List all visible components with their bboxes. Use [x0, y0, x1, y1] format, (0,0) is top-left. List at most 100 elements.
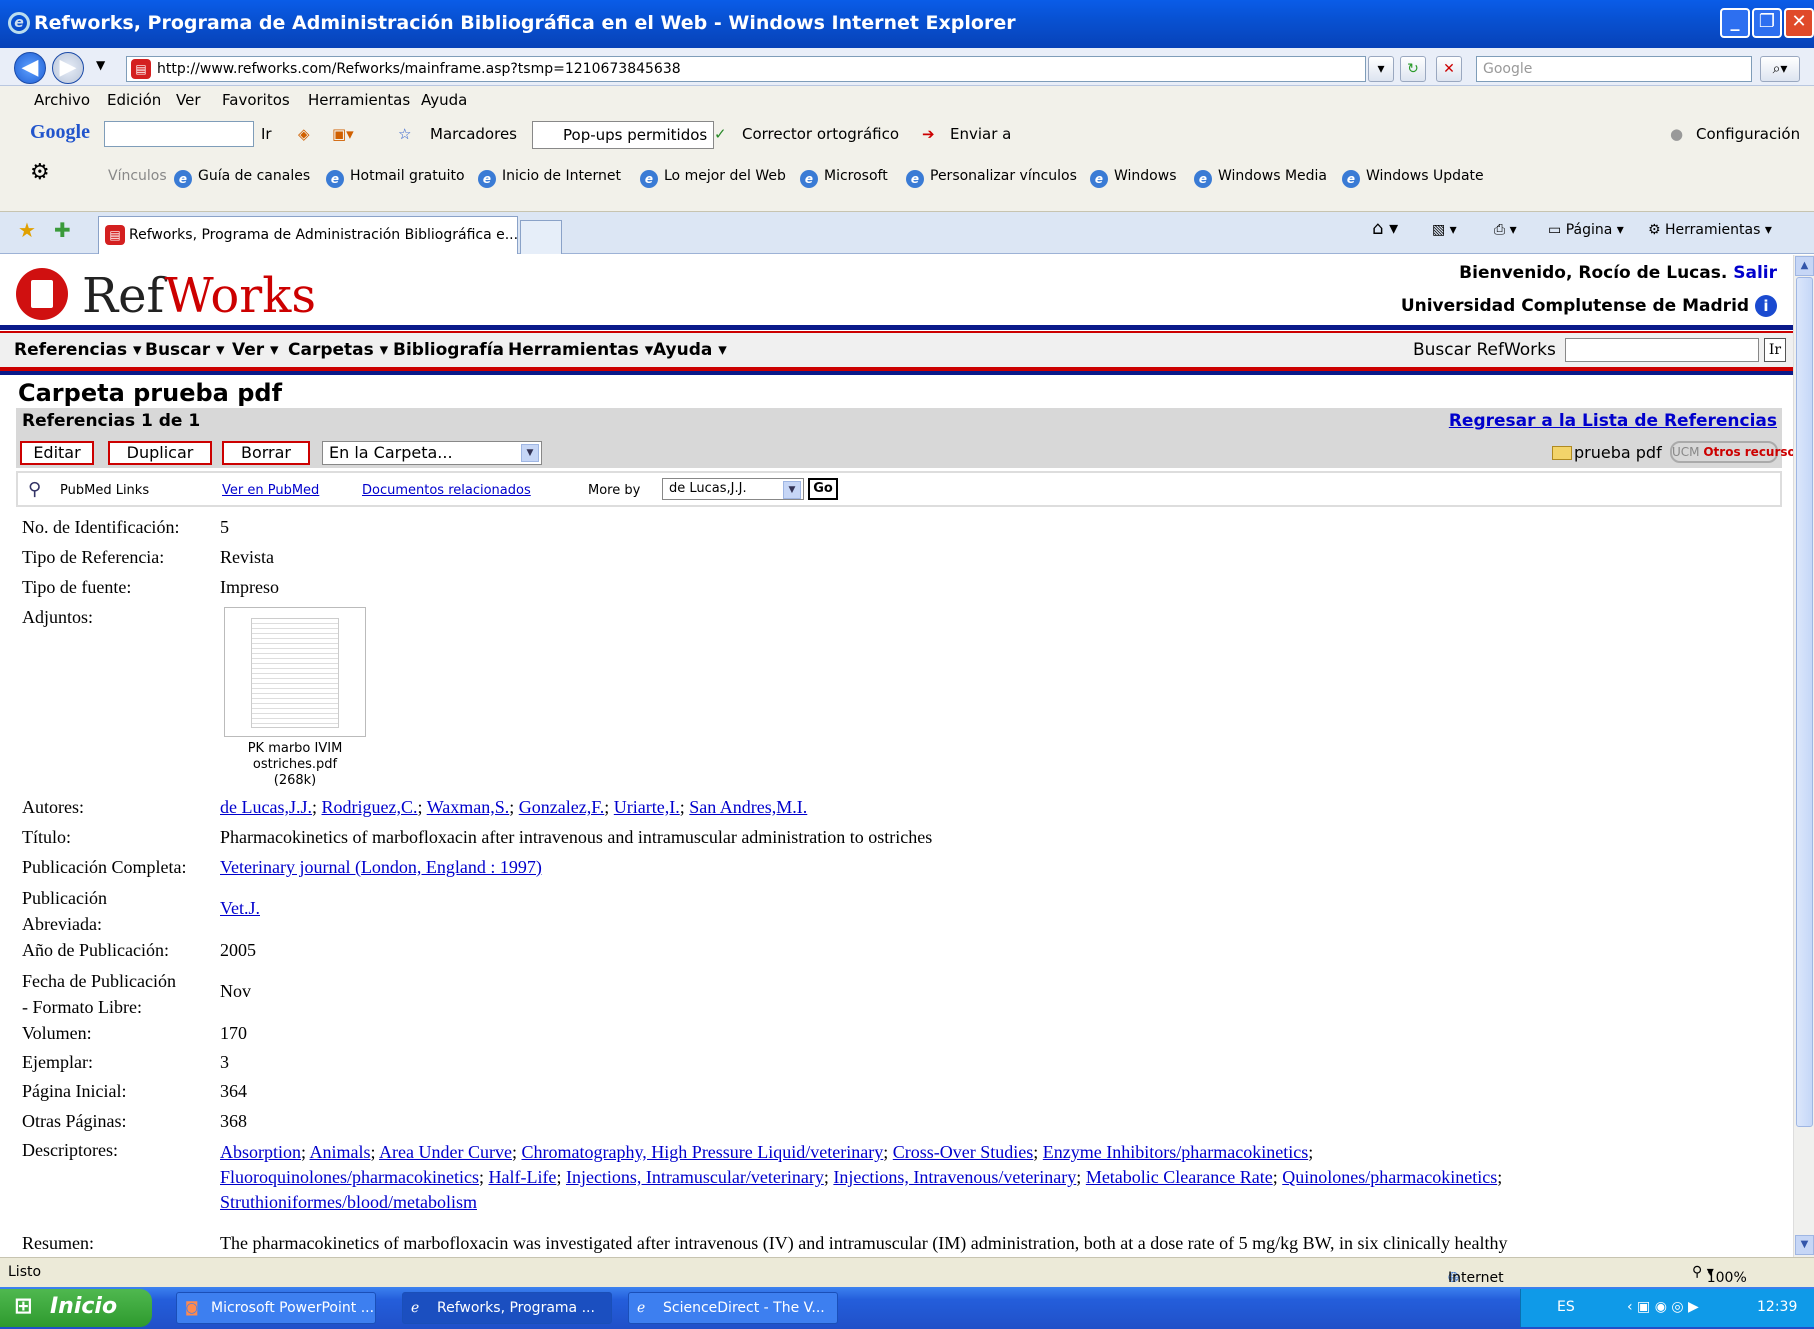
descriptor-link[interactable]: Half-Life [488, 1167, 556, 1187]
value-pub-abrev[interactable]: Vet.J. [220, 898, 260, 919]
value-pub-completa[interactable]: Veterinary journal (London, England : 19… [220, 857, 542, 878]
refresh-icon[interactable]: ↻ [1400, 56, 1426, 82]
descriptor-link[interactable]: Injections, Intravenous/veterinary [833, 1167, 1076, 1187]
link-guia[interactable]: e Guía de canales [174, 168, 310, 188]
duplicate-button[interactable]: Duplicar [108, 441, 212, 465]
link-mejor[interactable]: e Lo mejor del Web [640, 168, 786, 188]
link-hotmail[interactable]: e Hotmail gratuito [326, 168, 465, 188]
back-to-list-link[interactable]: Regresar a la Lista de Referencias [1449, 411, 1777, 431]
go-button[interactable]: Go [808, 478, 838, 500]
author-link[interactable]: Rodriguez,C. [322, 797, 418, 817]
logout-link[interactable]: Salir [1733, 263, 1777, 283]
view-in-pubmed-link[interactable]: Ver en PubMed [222, 483, 319, 498]
nav-ayuda[interactable]: Ayuda ▾ [653, 340, 727, 360]
google-search-input[interactable] [104, 121, 254, 147]
refworks-search-go[interactable]: Ir [1764, 338, 1786, 362]
author-link[interactable]: San Andres,M.I. [689, 797, 807, 817]
descriptor-link[interactable]: Enzyme Inhibitors/pharmacokinetics [1043, 1142, 1308, 1162]
nav-herramientas[interactable]: Herramientas ▾ [508, 340, 653, 360]
tab-refworks[interactable]: ▤ Refworks, Programa de Administración B… [98, 216, 518, 254]
vertical-scrollbar[interactable]: ▲ ▼ [1793, 255, 1814, 1257]
nav-carpetas[interactable]: Carpetas ▾ [288, 340, 388, 360]
descriptor-link[interactable]: Cross-Over Studies [893, 1142, 1034, 1162]
link-windows-update[interactable]: e Windows Update [1342, 168, 1484, 188]
delete-button[interactable]: Borrar [222, 441, 310, 465]
scroll-down-icon[interactable]: ▼ [1795, 1235, 1814, 1255]
refworks-search-input[interactable] [1565, 338, 1759, 362]
refworks-logo[interactable]: RefWorks [16, 268, 316, 324]
link-personalizar[interactable]: e Personalizar vínculos [906, 168, 1077, 188]
descriptor-link[interactable]: Metabolic Clearance Rate [1086, 1167, 1273, 1187]
edit-button[interactable]: Editar [20, 441, 94, 465]
scroll-thumb[interactable] [1796, 277, 1813, 1127]
add-favorite-icon[interactable]: ✚ [54, 218, 71, 242]
enviar-button[interactable]: Enviar a [950, 125, 1011, 143]
history-dropdown-icon[interactable]: ▼ [96, 58, 105, 72]
stop-icon[interactable]: ✕ [1436, 56, 1462, 82]
task-powerpoint[interactable]: ◙ Microsoft PowerPoint ... [176, 1292, 376, 1324]
nav-referencias[interactable]: Referencias ▾ [14, 340, 142, 360]
tray-icons[interactable]: ‹ ▣ ◉ ◎ ▶ [1627, 1299, 1699, 1315]
menu-favoritos[interactable]: Favoritos [222, 91, 290, 109]
author-link[interactable]: Gonzalez,F. [519, 797, 605, 817]
menu-archivo[interactable]: Archivo [34, 91, 90, 109]
zoom-control[interactable]: ⚲ 100% ▾ [1692, 1264, 1747, 1286]
favorites-star-icon[interactable]: ★ [18, 218, 36, 242]
search-icon[interactable]: ⌕▾ [1760, 56, 1800, 82]
attachment-caption[interactable]: PK marbo IVIM ostriches.pdf (268k) [224, 741, 366, 789]
url-dropdown-icon[interactable]: ▾ [1368, 56, 1394, 82]
link-microsoft[interactable]: e Microsoft [800, 168, 888, 188]
descriptor-link[interactable]: Fluoroquinolones/pharmacokinetics [220, 1167, 479, 1187]
forward-icon[interactable]: ▶ [52, 52, 84, 84]
descriptor-link[interactable]: Area Under Curve [379, 1142, 512, 1162]
new-tab-button[interactable] [520, 220, 562, 254]
menu-ayuda[interactable]: Ayuda [421, 91, 467, 109]
maximize-button[interactable]: ❐ [1752, 8, 1782, 38]
corrector-button[interactable]: Corrector ortográfico [742, 125, 899, 143]
back-icon[interactable]: ◀ [14, 52, 46, 84]
info-icon[interactable]: i [1755, 295, 1777, 317]
print-icon[interactable]: ⎙ ▾ [1494, 222, 1517, 238]
configuracion-button[interactable]: Configuración [1696, 125, 1800, 143]
nav-ver[interactable]: Ver ▾ [232, 340, 279, 360]
url-field[interactable]: ▤ http://www.refworks.com/Refworks/mainf… [126, 56, 1366, 82]
nav-bibliografia[interactable]: Bibliografía [393, 340, 504, 360]
author-select[interactable]: de Lucas,J.J. ▼ [662, 478, 804, 500]
link-windows[interactable]: e Windows [1090, 168, 1177, 188]
nav-buscar[interactable]: Buscar ▾ [145, 340, 225, 360]
herramientas-menu[interactable]: ⚙ Herramientas ▾ [1648, 222, 1772, 238]
descriptor-link[interactable]: Chromatography, High Pressure Liquid/vet… [522, 1142, 884, 1162]
folder-select[interactable]: En la Carpeta... ▼ [322, 441, 542, 465]
feeds-icon[interactable]: ▧ ▾ [1432, 222, 1457, 238]
related-docs-link[interactable]: Documentos relacionados [362, 483, 531, 498]
menu-herramientas[interactable]: Herramientas [308, 91, 410, 109]
home-icon[interactable]: ⌂ ▾ [1372, 218, 1398, 239]
link-inicio[interactable]: e Inicio de Internet [478, 168, 621, 188]
news-icon[interactable]: ◈ [298, 125, 310, 143]
descriptor-link[interactable]: Absorption [220, 1142, 301, 1162]
author-link[interactable]: de Lucas,J.J. [220, 797, 312, 817]
language-indicator[interactable]: ES [1557, 1299, 1575, 1315]
minimize-button[interactable]: _ [1720, 8, 1750, 38]
descriptor-link[interactable]: Struthioniformes/blood/metabolism [220, 1192, 477, 1212]
popups-button[interactable]: Pop-ups permitidos [532, 121, 715, 149]
task-refworks[interactable]: ℯ Refworks, Programa ... [402, 1292, 612, 1324]
toolbar-tool-icon[interactable]: ⚙ [30, 160, 50, 185]
attachment-thumbnail[interactable] [224, 607, 366, 737]
descriptor-link[interactable]: Animals [310, 1142, 371, 1162]
marcadores-button[interactable]: Marcadores [430, 125, 517, 143]
scroll-up-icon[interactable]: ▲ [1795, 256, 1814, 276]
descriptor-link[interactable]: Quinolones/pharmacokinetics [1282, 1167, 1497, 1187]
menu-edicion[interactable]: Edición [107, 91, 161, 109]
author-link[interactable]: Waxman,S. [427, 797, 510, 817]
pagina-menu[interactable]: ▭ Página ▾ [1548, 222, 1624, 238]
close-button[interactable]: ✕ [1784, 8, 1814, 38]
ucm-otros-recursos-button[interactable]: UCM Otros recursos [1670, 441, 1793, 463]
descriptor-link[interactable]: Injections, Intramuscular/veterinary [566, 1167, 824, 1187]
search-input[interactable]: Google [1476, 56, 1752, 82]
menu-ver[interactable]: Ver [176, 91, 201, 109]
author-link[interactable]: Uriarte,I. [614, 797, 680, 817]
task-sciencedirect[interactable]: ℯ ScienceDirect - The V... [628, 1292, 838, 1324]
link-windows-media[interactable]: e Windows Media [1194, 168, 1327, 188]
rss-icon[interactable]: ▣▾ [332, 125, 354, 143]
